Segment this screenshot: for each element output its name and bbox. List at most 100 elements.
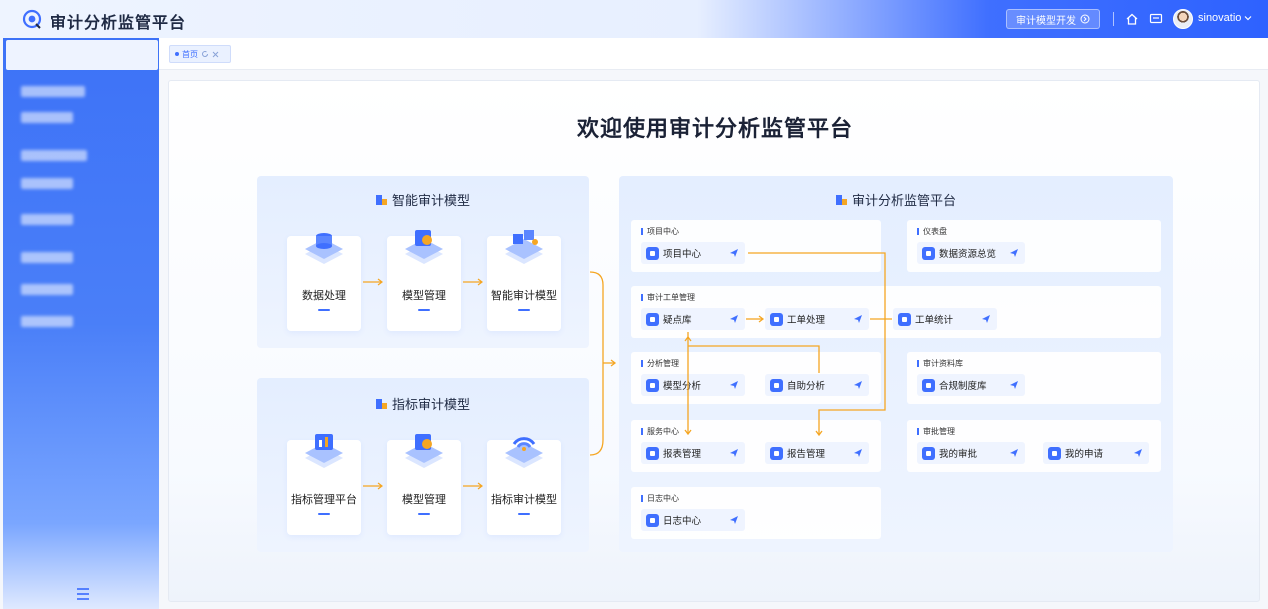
circle-arrow-icon [1080,14,1090,24]
card-underline [518,513,530,515]
close-icon[interactable] [212,51,219,58]
sidebar-item[interactable] [21,178,73,189]
model-dev-button[interactable]: 审计模型开发 [1006,9,1100,29]
item-label: 日志中心 [663,516,702,527]
item-label: 项目中心 [663,249,702,260]
username[interactable]: sinovatio [1198,12,1241,24]
message-icon[interactable] [1148,11,1164,27]
item-report-manage[interactable]: 报告管理 [765,442,869,464]
sidebar [3,38,159,609]
sidebar-item[interactable] [21,214,73,225]
item-report-table[interactable]: 报表管理 [641,442,745,464]
section-title: 项目中心 [641,226,679,237]
pie-icon [898,312,911,326]
item-label: 自助分析 [787,381,826,392]
menu-collapse-icon[interactable] [75,587,91,601]
model-card-data-process[interactable]: 数据处理 [287,233,361,331]
send-icon [854,315,862,323]
page-title: 欢迎使用审计分析监管平台 [576,116,853,141]
indicator-audit-panel: 指标审计模型 指标管理平台 模型管理 指标审计模型 [257,378,589,552]
platform-panel-title: 审计分析监管平台 [851,193,956,208]
sidebar-item[interactable] [21,252,73,263]
sidebar-item-active[interactable] [6,40,158,70]
model-card-indicator-platform[interactable]: 指标管理平台 [287,434,361,535]
user-avatar[interactable] [1173,9,1193,29]
item-log-center[interactable]: 日志中心 [641,509,745,531]
card-label: 智能审计模型 [491,290,557,302]
send-icon [730,381,738,389]
section-title: 服务中心 [641,426,679,437]
card-label: 指标管理平台 [291,494,357,506]
smart-audit-panel: 智能审计模型 数据处理 模型管理 智能审计模型 [257,176,589,348]
send-icon [730,249,738,257]
platform-panel-heading: 审计分析监管平台 [619,190,1173,209]
panel-title-icon [835,194,847,205]
send-icon [1010,249,1018,257]
order-icon [770,312,783,326]
item-label: 我的审批 [939,449,978,460]
sidebar-item[interactable] [21,86,85,97]
analysis-icon [646,378,659,392]
sidebar-item[interactable] [21,316,73,327]
item-data-overview[interactable]: 数据资源总览 [917,242,1025,264]
chevron-down-icon[interactable] [1243,13,1253,23]
section-title: 仪表盘 [917,226,947,237]
section-title: 审批管理 [917,426,955,437]
sidebar-item[interactable] [21,150,87,161]
model-card-model-manage-2[interactable]: 模型管理 [387,434,461,535]
smart-panel-title: 智能审计模型 [391,193,470,208]
home-icon[interactable] [1124,11,1140,27]
apply-icon [1048,446,1061,460]
item-label: 合规制度库 [939,381,987,392]
item-order-process[interactable]: 工单处理 [765,308,869,330]
card-underline [318,309,330,311]
log-icon [646,513,659,527]
send-icon [1134,449,1142,457]
item-project-center[interactable]: 项目中心 [641,242,745,264]
top-header: 审计分析监管平台 审计模型开发 sinovatio [0,0,1268,38]
model-card-indicator-model[interactable]: 指标审计模型 [487,437,561,535]
item-my-apply[interactable]: 我的申请 [1043,442,1149,464]
tab-home[interactable]: 首页 [169,45,231,63]
section-analysis: 分析管理 模型分析 自助分析 [631,352,881,404]
send-icon [1010,381,1018,389]
project-icon [646,246,659,260]
item-my-approval[interactable]: 我的审批 [917,442,1025,464]
sidebar-item[interactable] [21,112,73,123]
model-card-smart-model[interactable]: 智能审计模型 [487,230,561,331]
refresh-icon[interactable] [201,50,209,58]
tab-home-label: 首页 [182,49,198,59]
item-label: 工单处理 [787,315,826,326]
send-icon [1010,449,1018,457]
send-icon [854,449,862,457]
section-title: 日志中心 [641,493,679,504]
card-label: 数据处理 [302,290,346,302]
platform-panel: 审计分析监管平台 项目中心 项目中心 仪表盘 数据资源总览 审计工单管理 疑点库… [619,176,1173,552]
card-label: 模型管理 [402,290,446,302]
signal-box-icon [505,437,543,468]
item-self-analysis[interactable]: 自助分析 [765,374,869,396]
item-suspect-lib[interactable]: 疑点库 [641,308,745,330]
card-underline [418,309,430,311]
smart-panel-heading: 智能审计模型 [257,190,589,209]
item-model-analysis[interactable]: 模型分析 [641,374,745,396]
indicator-panel-title: 指标审计模型 [391,397,470,412]
chart-box-icon [305,434,343,468]
sidebar-item[interactable] [21,284,73,295]
panel-title-icon [375,398,387,409]
section-service: 服务中心 报表管理 报告管理 [631,420,881,472]
item-compliance-lib[interactable]: 合规制度库 [917,374,1025,396]
table-icon [646,446,659,460]
card-label: 模型管理 [402,494,446,506]
section-approval: 审批管理 我的审批 我的申请 [907,420,1161,472]
item-label: 数据资源总览 [939,249,997,260]
model-card-model-manage[interactable]: 模型管理 [387,230,461,331]
section-project-center: 项目中心 项目中心 [631,220,881,272]
platform-logo-icon [22,9,42,29]
user-icon [922,446,935,460]
indicator-panel-heading: 指标审计模型 [257,394,589,413]
send-icon [982,315,990,323]
send-icon [730,449,738,457]
book-icon [922,378,935,392]
item-order-stats[interactable]: 工单统计 [893,308,997,330]
